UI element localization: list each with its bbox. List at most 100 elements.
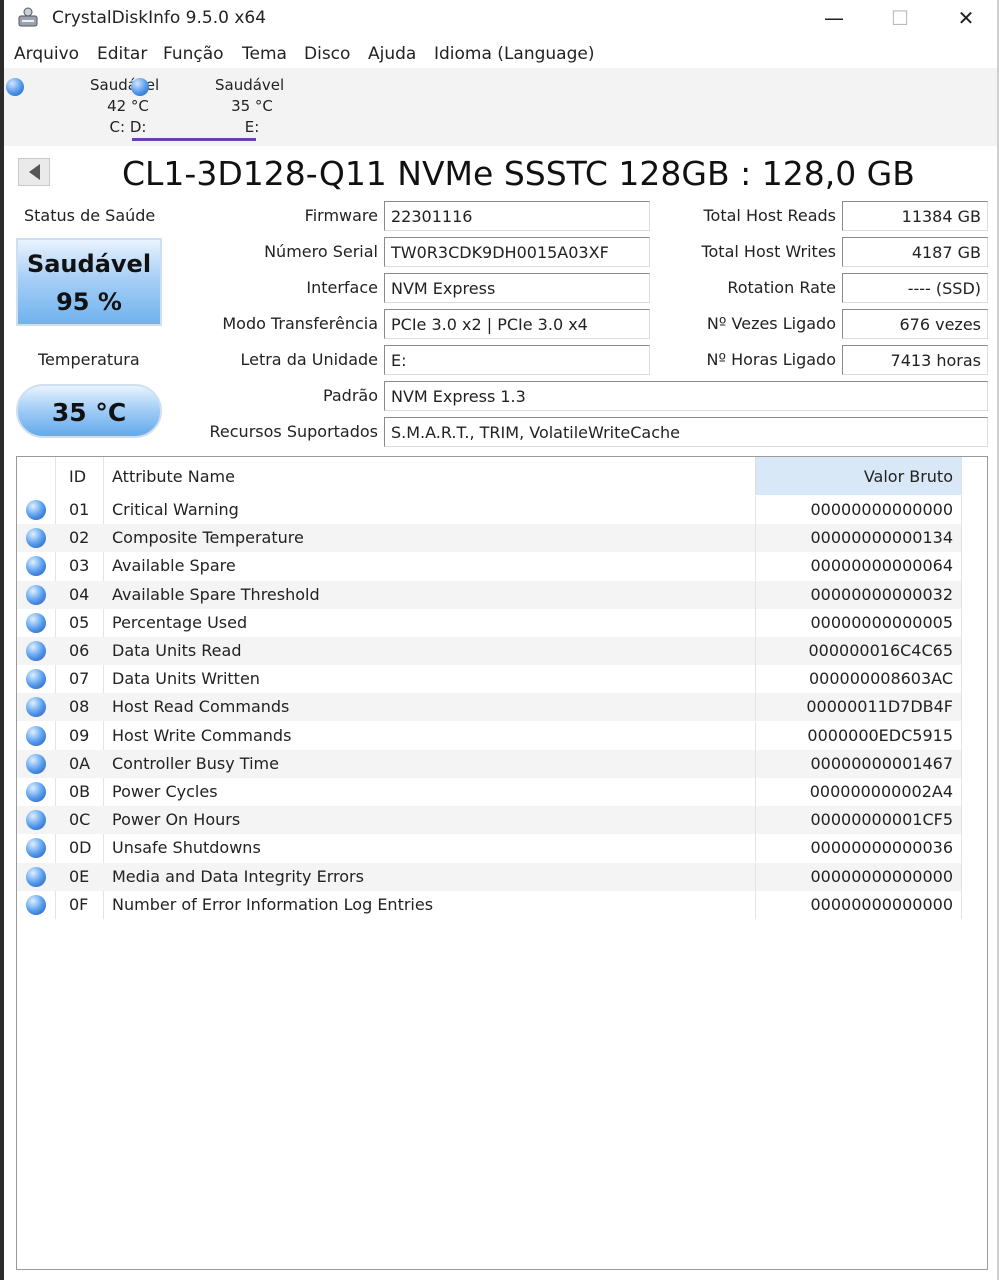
menu-tema[interactable]: Tema: [242, 44, 287, 64]
drive-tab-c-d[interactable]: Saudável 42 °C C: D:: [4, 74, 159, 146]
raw-value-cell: 00000000000036: [755, 834, 961, 863]
window-title: CrystalDiskInfo 9.5.0 x64: [52, 8, 267, 28]
table-row[interactable]: 01 Critical Warning 00000000000000: [17, 496, 961, 524]
table-row[interactable]: 0F Number of Error Information Log Entrie…: [17, 890, 961, 919]
drive-status: Saudável: [215, 76, 285, 94]
serial-label: Número Serial: [264, 242, 378, 261]
health-status-text: Saudável: [26, 250, 152, 278]
app-icon: [16, 6, 40, 30]
attribute-name: Unsafe Shutdowns: [112, 838, 261, 858]
total-host-reads-label: Total Host Reads: [703, 206, 836, 225]
column-header-raw-value[interactable]: Valor Bruto: [755, 457, 961, 495]
status-dot-icon: [26, 584, 46, 605]
status-dot-icon: [26, 838, 46, 859]
temperature-button[interactable]: 35 °C: [16, 384, 162, 438]
raw-value: 00000000001CF5: [810, 810, 953, 830]
attribute-id: 0E: [69, 866, 90, 886]
standard-field: NVM Express 1.3: [384, 381, 988, 411]
raw-value: 00000000000036: [810, 838, 953, 858]
table-row[interactable]: 05 Percentage Used 00000000000005: [17, 608, 961, 637]
raw-value-cell: 00000000000000: [755, 862, 961, 891]
interface-label: Interface: [306, 278, 378, 297]
health-percent: 95 %: [56, 288, 122, 316]
table-row[interactable]: 06 Data Units Read 000000016C4C65: [17, 637, 961, 665]
attribute-name: Power Cycles: [112, 782, 218, 801]
raw-value-cell: 000000008603AC: [755, 665, 961, 694]
attribute-id: 0F: [69, 894, 89, 914]
table-row[interactable]: 07 Data Units Written 000000008603AC: [17, 665, 961, 694]
status-dot-icon: [26, 782, 46, 802]
table-row[interactable]: 0B Power Cycles 000000000002A4: [17, 778, 961, 806]
close-button[interactable]: ✕: [936, 0, 996, 36]
menu-funcao[interactable]: Função: [163, 44, 224, 64]
health-status-icon: [131, 78, 149, 96]
menu-idioma[interactable]: Idioma (Language): [434, 44, 594, 64]
raw-value-cell: 0000000EDC5915: [755, 721, 961, 750]
previous-drive-button[interactable]: [18, 158, 50, 186]
menu-ajuda[interactable]: Ajuda: [368, 44, 416, 64]
attribute-id: 0C: [69, 810, 91, 830]
table-row[interactable]: 0C Power On Hours 00000000001CF5: [17, 806, 961, 835]
status-dot-icon: [26, 641, 46, 661]
total-host-writes-field: 4187 GB: [842, 237, 988, 267]
attribute-name: Data Units Written: [112, 669, 260, 689]
health-status-label: Status de Saúde: [24, 206, 156, 225]
active-tab-indicator: [132, 138, 256, 141]
transfer-mode-field: PCIe 3.0 x2 | PCIe 3.0 x4: [384, 309, 650, 339]
attribute-id: 09: [69, 725, 90, 745]
raw-value-cell: 00000011D7DB4F: [755, 693, 961, 722]
status-dot-icon: [26, 612, 46, 633]
table-row[interactable]: 08 Host Read Commands 00000011D7DB4F: [17, 693, 961, 722]
smart-attribute-table[interactable]: ID Attribute Name Valor Bruto 01 Critical…: [16, 456, 988, 1270]
raw-value: 00000000000032: [810, 584, 953, 604]
minimize-button[interactable]: —: [804, 0, 864, 36]
health-status-button[interactable]: Saudável 95 %: [16, 238, 162, 326]
transfer-mode-label: Modo Transferência: [222, 314, 378, 333]
table-row[interactable]: 03 Available Spare 00000000000064: [17, 552, 961, 581]
raw-value: 00000000001467: [810, 753, 953, 773]
table-row[interactable]: 04 Available Spare Threshold 0000000000003…: [17, 580, 961, 609]
rotation-rate-label: Rotation Rate: [727, 278, 836, 297]
table-row[interactable]: 0E Media and Data Integrity Errors 0000000…: [17, 862, 961, 891]
attribute-id: 0A: [69, 753, 91, 773]
column-divider: [961, 457, 962, 919]
attribute-id: 02: [69, 528, 90, 548]
table-row[interactable]: 0A Controller Busy Time 00000000001467: [17, 749, 961, 778]
attribute-name: Media and Data Integrity Errors: [112, 866, 364, 886]
menu-disco[interactable]: Disco: [304, 44, 350, 64]
attribute-id: 03: [69, 556, 90, 576]
raw-value-cell: 00000000000000: [755, 890, 961, 919]
window-frame-left: [0, 0, 4, 1280]
drive-tab-e[interactable]: Saudável 35 °C E:: [128, 74, 284, 146]
drive-letter: E:: [244, 118, 260, 136]
raw-value-cell: 00000000000000: [755, 496, 961, 524]
power-on-hours-field: 7413 horas: [842, 345, 988, 375]
table-row[interactable]: 0D Unsafe Shutdowns 00000000000036: [17, 834, 961, 863]
status-dot-icon: [26, 697, 46, 718]
table-row[interactable]: 09 Host Write Commands 0000000EDC5915: [17, 721, 961, 750]
raw-value: 00000000000064: [810, 556, 953, 576]
attribute-id: 07: [69, 669, 90, 689]
column-header-id[interactable]: ID: [69, 467, 86, 486]
status-dot-icon: [26, 500, 46, 520]
raw-value: 000000000002A4: [809, 782, 953, 801]
menu-arquivo[interactable]: Arquivo: [14, 44, 79, 64]
attribute-id: 08: [69, 697, 90, 717]
status-dot-icon: [26, 556, 46, 577]
rotation-rate-field: ---- (SSD): [842, 273, 988, 303]
attribute-name: Host Read Commands: [112, 697, 290, 717]
raw-value: 0000000EDC5915: [807, 725, 953, 745]
menu-editar[interactable]: Editar: [97, 44, 147, 64]
maximize-button[interactable]: ☐: [870, 0, 930, 36]
attribute-id: 01: [69, 500, 90, 519]
attribute-name: Available Spare Threshold: [112, 584, 320, 604]
drive-letter-field: E:: [384, 345, 650, 375]
drive-letter-label: Letra da Unidade: [240, 350, 378, 369]
column-header-attribute-name[interactable]: Attribute Name: [112, 467, 235, 486]
attribute-name: Percentage Used: [112, 612, 248, 632]
table-header: ID Attribute Name Valor Bruto: [17, 457, 961, 495]
raw-value: 00000000000005: [810, 612, 953, 632]
table-row[interactable]: 02 Composite Temperature 00000000000134: [17, 524, 961, 553]
attribute-id: 04: [69, 584, 90, 604]
drive-tab-bar: Saudável 42 °C C: D: Saudável 35 °C E:: [4, 68, 997, 146]
